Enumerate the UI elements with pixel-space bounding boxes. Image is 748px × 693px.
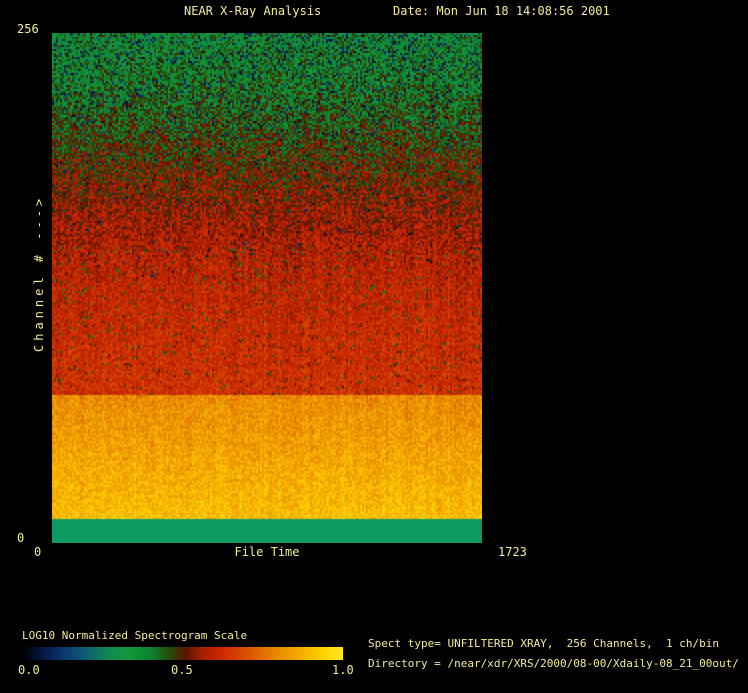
spectrogram-image [52,33,482,543]
colorbar-title: LOG10 Normalized Spectrogram Scale [22,629,248,642]
colorbar-tick-1: 1.0 [332,663,354,677]
x-axis-min-tick: 0 [34,545,42,559]
y-axis-label: Channel # ---> [32,194,46,353]
x-axis-label: File Time [234,545,300,559]
colorbar-tick-05: 0.5 [171,663,193,677]
spect-type-text: Spect type= UNFILTERED XRAY, 256 Channel… [368,637,719,650]
x-axis-max-tick: 1723 [498,545,527,559]
page-title: NEAR X-Ray Analysis [184,4,322,18]
y-axis-max-tick: 256 [17,22,39,36]
y-axis-min-tick: 0 [17,531,25,545]
colorbar-tick-0: 0.0 [18,663,40,677]
colorbar-gradient [23,647,343,660]
date-label: Date: Mon Jun 18 14:08:56 2001 [393,4,610,18]
near-xray-analysis-window: NEAR X-Ray Analysis Date: Mon Jun 18 14:… [0,0,748,693]
directory-text: Directory = /near/xdr/XRS/2000/08-00/Xda… [368,657,739,670]
